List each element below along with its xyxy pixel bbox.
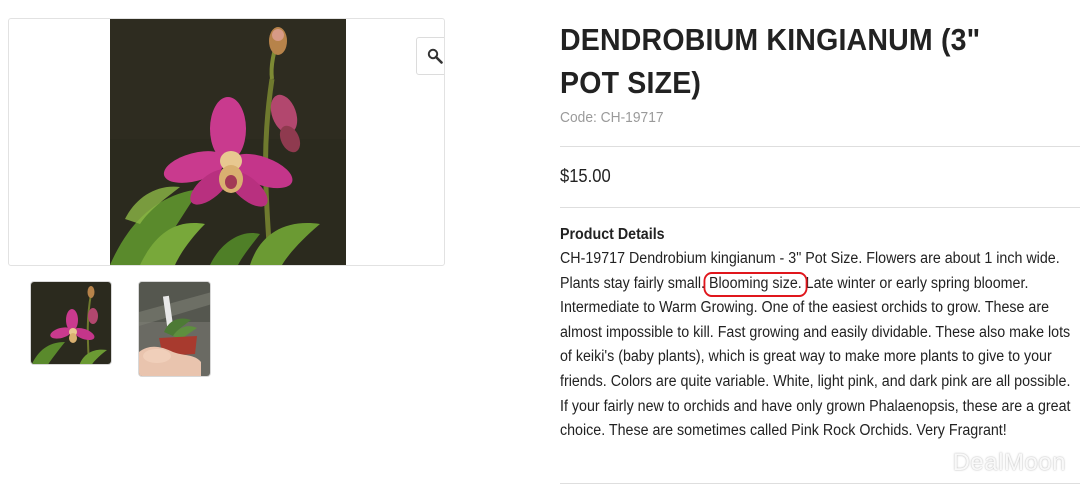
product-code: Code: CH-19717 xyxy=(560,109,664,126)
product-title: DENDROBIUM KINGIANUM (3" POT SIZE) xyxy=(560,22,981,100)
magnifier-icon xyxy=(427,48,443,64)
product-price: $15.00 xyxy=(560,166,611,186)
main-product-photo[interactable] xyxy=(110,19,346,265)
product-description: CH-19717 Dendrobium kingianum - 3" Pot S… xyxy=(560,247,1080,444)
watermark: DealMoon xyxy=(952,449,1066,476)
divider xyxy=(560,146,1080,147)
zoom-button[interactable] xyxy=(416,37,444,75)
divider xyxy=(560,483,1080,484)
thumbnail-orchid-in-hand[interactable] xyxy=(138,281,211,377)
thumbnail-orchid-flower[interactable] xyxy=(30,281,112,365)
highlighted-blooming-size: Blooming size. xyxy=(708,274,802,292)
divider xyxy=(560,207,1080,208)
orchid-in-hand-thumbnail-image xyxy=(139,282,210,376)
main-product-image-frame[interactable] xyxy=(8,18,445,266)
description-text-part-2: Late winter or early spring bloomer. Int… xyxy=(560,274,1071,440)
product-details-heading: Product Details xyxy=(560,226,665,243)
orchid-flower-thumbnail-image xyxy=(31,282,111,364)
